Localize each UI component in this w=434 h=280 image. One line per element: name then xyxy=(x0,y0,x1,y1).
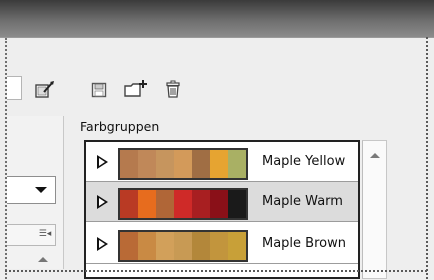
color-group-list: Maple Yellow Maple Warm Maple Brown xyxy=(84,140,360,279)
scroll-up-arrow-icon[interactable] xyxy=(370,153,380,158)
expand-triangle-icon[interactable] xyxy=(97,155,108,169)
color-swatch[interactable] xyxy=(228,190,246,218)
delete-icon[interactable] xyxy=(165,80,181,98)
color-swatch[interactable] xyxy=(120,232,138,260)
save-icon[interactable] xyxy=(91,82,107,98)
swatch-strip[interactable] xyxy=(118,188,248,220)
color-swatch[interactable] xyxy=(210,190,228,218)
left-mini-toolbar: ☰◂ xyxy=(7,224,56,246)
color-swatch[interactable] xyxy=(138,190,156,218)
selection-border-bottom xyxy=(5,270,427,272)
color-group-row-maple-yellow[interactable]: Maple Yellow xyxy=(86,142,358,182)
left-scroll-up-icon[interactable] xyxy=(38,257,48,262)
color-swatch[interactable] xyxy=(174,150,192,178)
selection-border-right xyxy=(426,37,428,279)
color-group-label: Maple Warm xyxy=(262,194,343,209)
color-swatch[interactable] xyxy=(138,150,156,178)
swatch-strip[interactable] xyxy=(118,148,248,180)
color-swatch[interactable] xyxy=(192,150,210,178)
color-swatch[interactable] xyxy=(210,150,228,178)
new-folder-icon[interactable] xyxy=(123,79,149,99)
left-dropdown[interactable] xyxy=(7,176,56,204)
color-group-label: Maple Yellow xyxy=(262,154,346,169)
color-swatch[interactable] xyxy=(192,232,210,260)
color-swatch[interactable] xyxy=(192,190,210,218)
color-swatch[interactable] xyxy=(228,232,246,260)
selection-border-left xyxy=(5,38,7,279)
edit-color-group-icon[interactable] xyxy=(34,80,56,100)
color-swatch[interactable] xyxy=(120,190,138,218)
swatch-strip[interactable] xyxy=(118,230,248,262)
color-group-label: Maple Brown xyxy=(262,236,346,251)
color-group-row-maple-warm[interactable]: Maple Warm xyxy=(86,182,358,222)
color-swatch[interactable] xyxy=(156,232,174,260)
color-swatch[interactable] xyxy=(120,150,138,178)
color-groups-title: Farbgruppen xyxy=(80,119,160,134)
color-swatch[interactable] xyxy=(174,190,192,218)
color-swatch[interactable] xyxy=(228,150,246,178)
window-titlebar xyxy=(0,0,434,38)
color-swatch[interactable] xyxy=(138,232,156,260)
left-input-field[interactable] xyxy=(7,76,22,100)
color-swatch[interactable] xyxy=(210,232,228,260)
expand-triangle-icon[interactable] xyxy=(97,237,108,251)
list-options-icon[interactable]: ☰◂ xyxy=(37,228,53,241)
color-swatch[interactable] xyxy=(174,232,192,260)
color-group-row-maple-brown[interactable]: Maple Brown xyxy=(86,224,358,264)
color-swatch[interactable] xyxy=(156,150,174,178)
vertical-scrollbar[interactable] xyxy=(362,140,387,279)
expand-triangle-icon[interactable] xyxy=(97,195,108,209)
color-swatch[interactable] xyxy=(156,190,174,218)
chevron-down-icon xyxy=(35,187,47,193)
